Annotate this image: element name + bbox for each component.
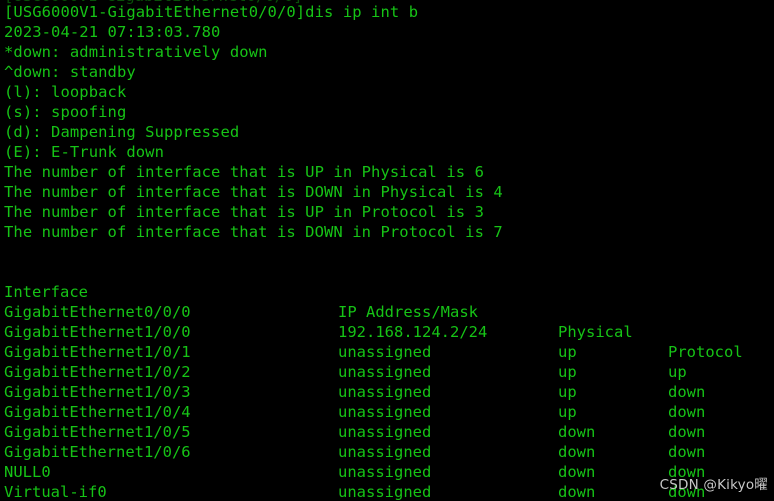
table-row: GigabitEthernet1/0/4 unassigned down dow…	[4, 382, 774, 481]
table-row: GigabitEthernet1/0/2 unassigned up down	[4, 342, 774, 441]
table-row: GigabitEthernet1/0/6 unassigned down dow…	[4, 422, 774, 501]
counter-line-up-protocol: The number of interface that is UP in Pr…	[4, 203, 485, 221]
table-row: NULL0 unassigned up up(s)	[4, 442, 774, 501]
legend-line-loopback: (l): loopback	[4, 83, 127, 101]
legend-line-dampening: (d): Dampening Suppressed	[4, 123, 240, 141]
legend-line-admin-down: *down: administratively down	[4, 43, 268, 61]
table-row: Virtual-if0 unassigned up up(s)	[4, 462, 774, 501]
legend-line-spoofing: (s): spoofing	[4, 103, 127, 121]
table-row: GigabitEthernet1/0/5 unassigned down dow…	[4, 402, 774, 501]
interface-table-body: GigabitEthernet0/0/0 192.168.124.2/24 up…	[4, 282, 774, 501]
counter-line-down-protocol: The number of interface that is DOWN in …	[4, 223, 503, 241]
cell-interface: Virtual-if0	[4, 483, 107, 501]
legend-line-standby: ^down: standby	[4, 63, 136, 81]
table-row: GigabitEthernet1/0/3 unassigned down dow…	[4, 362, 774, 461]
terminal-output: [USG6000V1-GigabitEthernet0/0/0]dis ip i…	[4, 2, 774, 501]
table-header-row: Interface IP Address/Mask Physical Proto…	[4, 262, 774, 361]
legend-line-etrunk: (E): E-Trunk down	[4, 143, 165, 161]
cell-ip-address-mask: unassigned	[338, 483, 432, 501]
cell-physical-status: down	[558, 483, 596, 501]
table-row: GigabitEthernet1/0/0 unassigned up down	[4, 302, 774, 401]
terminal-line-prompt-command: [USG6000V1-GigabitEthernet0/0/0]dis ip i…	[4, 3, 419, 21]
watermark: CSDN @Kikyo曜	[659, 477, 768, 493]
terminal-line-timestamp: 2023-04-21 07:13:03.780	[4, 23, 221, 41]
table-row: GigabitEthernet1/0/1 unassigned up down	[4, 322, 774, 421]
table-row: GigabitEthernet0/0/0 192.168.124.2/24 up…	[4, 282, 774, 381]
terminal-window[interactable]: [USG6000V1-GigabitEthernet0/0/0] [USG600…	[0, 0, 774, 501]
counter-line-up-physical: The number of interface that is UP in Ph…	[4, 163, 485, 181]
counter-line-down-physical: The number of interface that is DOWN in …	[4, 183, 503, 201]
